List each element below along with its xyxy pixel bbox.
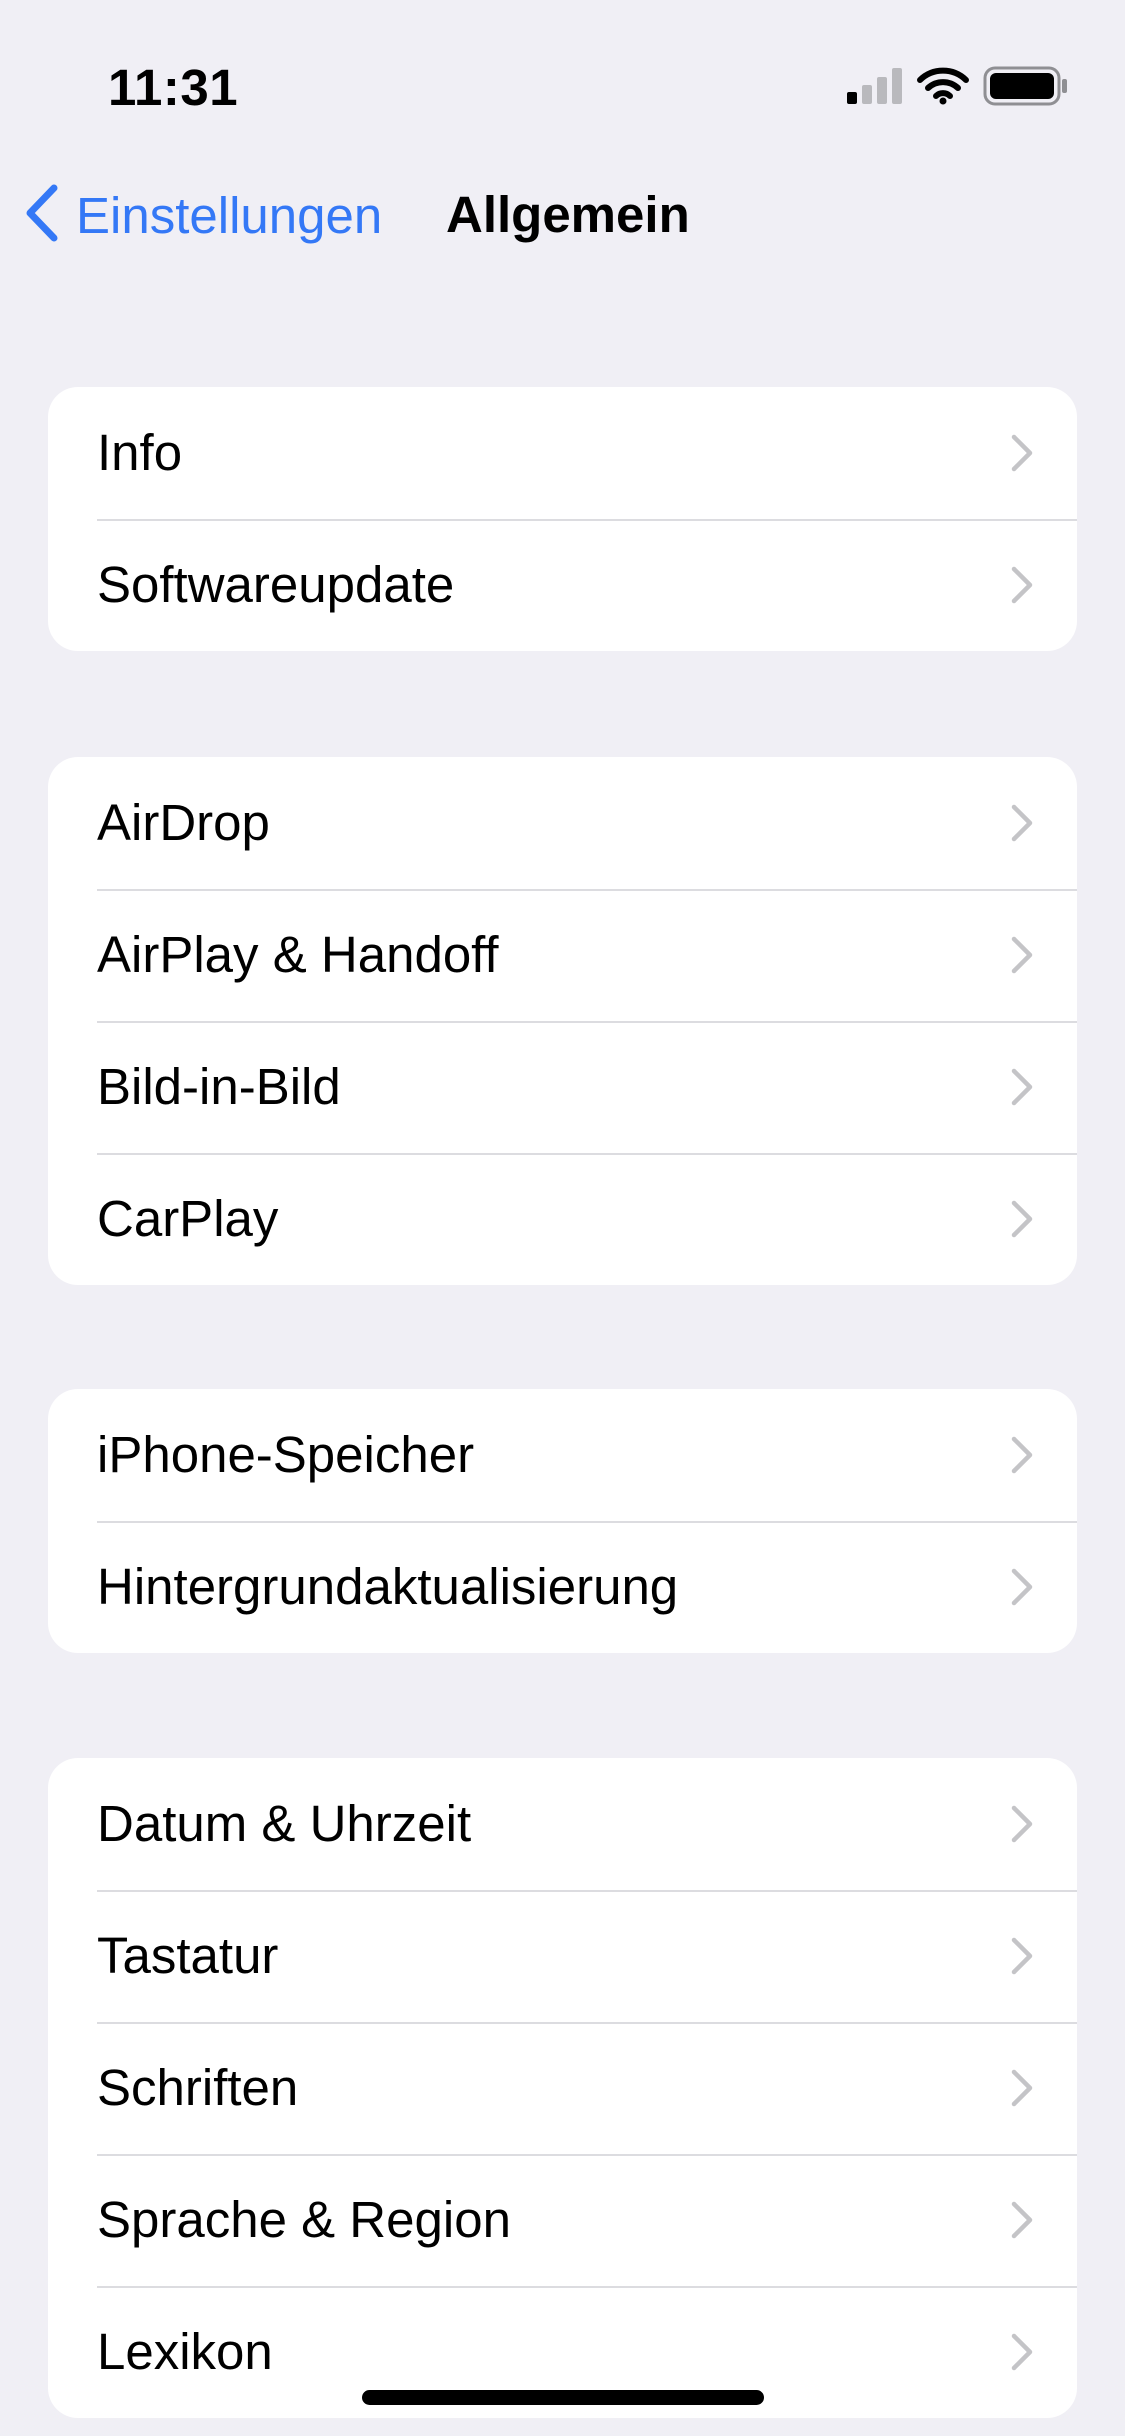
chevron-right-icon: [1011, 434, 1033, 472]
list-item-schriften[interactable]: Schriften: [48, 2022, 1077, 2154]
list-item-label: Softwareupdate: [97, 556, 455, 613]
list-item-airplay-handoff[interactable]: AirPlay & Handoff: [48, 889, 1077, 1021]
wifi-icon: [917, 67, 969, 110]
list-item-label: CarPlay: [97, 1190, 279, 1247]
chevron-right-icon: [1011, 1200, 1033, 1238]
list-item-hintergrundaktualisierung[interactable]: Hintergrundaktualisierung: [48, 1521, 1077, 1653]
back-button[interactable]: Einstellungen: [24, 170, 382, 260]
list-item-label: Lexikon: [97, 2323, 273, 2380]
chevron-left-icon: [24, 184, 60, 247]
status-time: 11:31: [108, 59, 239, 116]
list-item-label: Datum & Uhrzeit: [97, 1795, 472, 1852]
page-title: Allgemein: [446, 186, 690, 243]
chevron-right-icon: [1011, 1436, 1033, 1474]
chevron-right-icon: [1011, 1568, 1033, 1606]
list-item-label: Hintergrundaktualisierung: [97, 1558, 679, 1615]
chevron-right-icon: [1011, 804, 1033, 842]
list-item-sprache-region[interactable]: Sprache & Region: [48, 2154, 1077, 2286]
list-item-label: Info: [97, 424, 183, 481]
back-label: Einstellungen: [76, 186, 383, 244]
list-item-info[interactable]: Info: [48, 387, 1077, 519]
list-item-label: Sprache & Region: [97, 2191, 511, 2248]
chevron-right-icon: [1011, 2201, 1033, 2239]
list-item-bild-in-bild[interactable]: Bild-in-Bild: [48, 1021, 1077, 1153]
list-item-tastatur[interactable]: Tastatur: [48, 1890, 1077, 2022]
list-item-carplay[interactable]: CarPlay: [48, 1153, 1077, 1285]
status-bar: 11:31: [0, 0, 1125, 140]
settings-group-4: Datum & Uhrzeit Tastatur Schriften Sprac…: [48, 1758, 1077, 2418]
list-item-iphone-speicher[interactable]: iPhone-Speicher: [48, 1389, 1077, 1521]
status-icons: [847, 66, 1069, 111]
chevron-right-icon: [1011, 2333, 1033, 2371]
list-item-label: Bild-in-Bild: [97, 1058, 341, 1115]
list-item-label: Tastatur: [97, 1927, 279, 1984]
chevron-right-icon: [1011, 1937, 1033, 1975]
list-item-label: Schriften: [97, 2059, 299, 2116]
list-item-label: iPhone-Speicher: [97, 1426, 475, 1483]
navigation-bar: Einstellungen Allgemein: [0, 170, 1125, 260]
chevron-right-icon: [1011, 566, 1033, 604]
settings-group-3: iPhone-Speicher Hintergrundaktualisierun…: [48, 1389, 1077, 1653]
home-indicator[interactable]: [362, 2390, 764, 2405]
chevron-right-icon: [1011, 1805, 1033, 1843]
settings-group-2: AirDrop AirPlay & Handoff Bild-in-Bild C…: [48, 757, 1077, 1285]
list-item-label: AirDrop: [97, 794, 270, 851]
chevron-right-icon: [1011, 1068, 1033, 1106]
list-item-label: AirPlay & Handoff: [97, 926, 499, 983]
battery-icon: [983, 66, 1069, 111]
chevron-right-icon: [1011, 2069, 1033, 2107]
list-item-datum-uhrzeit[interactable]: Datum & Uhrzeit: [48, 1758, 1077, 1890]
list-item-airdrop[interactable]: AirDrop: [48, 757, 1077, 889]
cellular-signal-icon: [847, 68, 903, 109]
settings-group-1: Info Softwareupdate: [48, 387, 1077, 651]
list-item-softwareupdate[interactable]: Softwareupdate: [48, 519, 1077, 651]
chevron-right-icon: [1011, 936, 1033, 974]
